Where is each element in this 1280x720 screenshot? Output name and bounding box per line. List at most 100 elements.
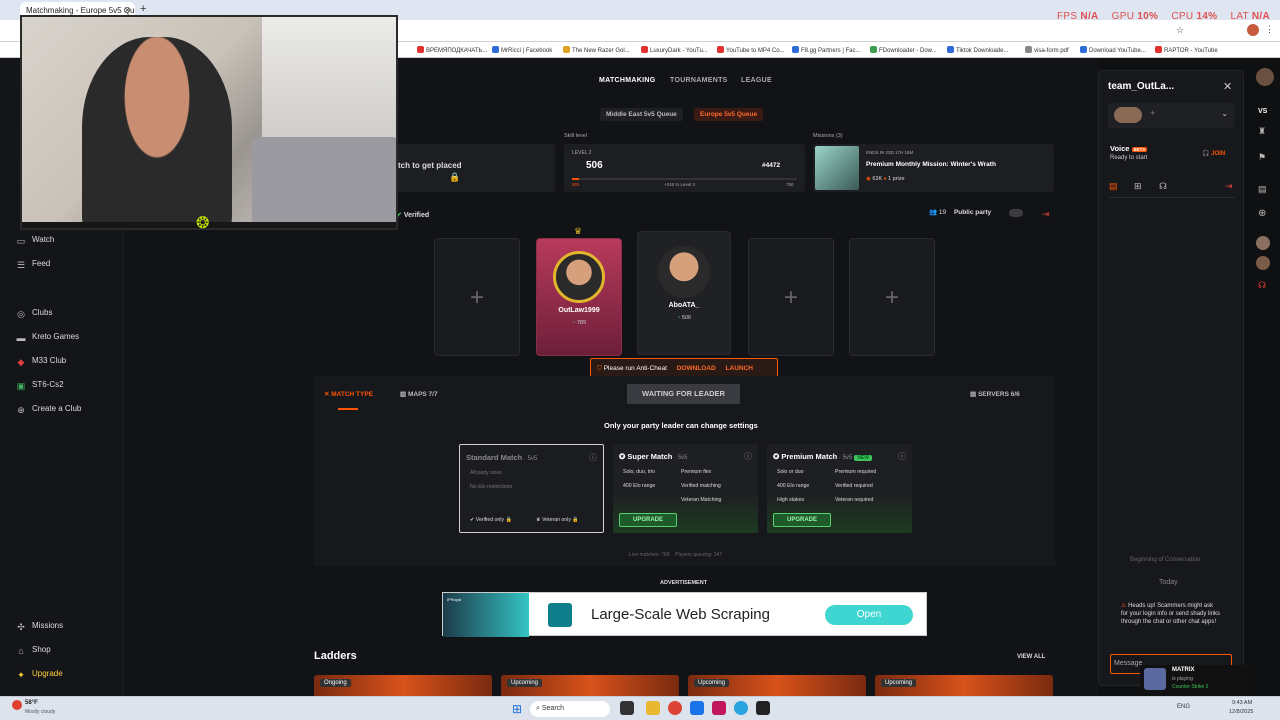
mode-premium[interactable]: ✪ Premium Match · 5v5 NEW ⓘ Solo or duo …: [767, 444, 912, 533]
bookmark-item[interactable]: YouTube to MP4 Co...: [717, 46, 785, 54]
taskbar: 58°F Mostly cloudy ⊞ ⌕ Search ENG 9:43 A…: [0, 696, 1280, 720]
sidebar-item-m33[interactable]: ◆ M33 Club: [16, 356, 67, 367]
chat-panel: team_OutLa... ✕ + ⌄ Voice BETA Ready to …: [1098, 70, 1244, 686]
friends-icon[interactable]: ⚑: [1258, 152, 1266, 163]
bookmark-item[interactable]: visa-form.pdf: [1025, 46, 1069, 54]
bookmark-item[interactable]: LuxuryDark - YouTu...: [641, 46, 708, 54]
empty-slot[interactable]: +: [434, 238, 520, 356]
menu-icon[interactable]: ⋮: [1265, 24, 1274, 35]
vs-icon[interactable]: VS: [1258, 108, 1267, 115]
sidebar-item-upgrade[interactable]: ✦ Upgrade: [16, 669, 62, 680]
player-card-leader[interactable]: OutLaw1999 ◔ 789: [536, 238, 622, 356]
app-icon[interactable]: [690, 701, 704, 715]
clock-date[interactable]: 12/8/2025: [1229, 709, 1253, 715]
trophy-icon[interactable]: ♜: [1258, 126, 1266, 137]
info-icon[interactable]: ⓘ: [589, 452, 597, 463]
weather-icon[interactable]: [12, 700, 22, 710]
sidebar-item-st6[interactable]: ▣ ST6-Cs2: [16, 380, 64, 391]
bookmark-item[interactable]: RAPTOR - YouTube: [1155, 46, 1218, 54]
sidebar-item-shop[interactable]: ⌂ Shop: [16, 645, 50, 656]
sidebar-item-clubs[interactable]: ◎ Clubs: [16, 308, 52, 319]
app-icon[interactable]: [756, 701, 770, 715]
close-icon[interactable]: ×: [125, 5, 130, 15]
ladder-card[interactable]: Upcoming: [875, 675, 1053, 696]
new-tab-icon[interactable]: +: [140, 3, 146, 15]
party-icon[interactable]: ▤: [1258, 184, 1267, 195]
tab-match-type[interactable]: ✕ MATCH TYPE: [324, 390, 373, 398]
leave-icon[interactable]: ⇥: [1225, 181, 1233, 192]
bookmark-item[interactable]: Tiktok Downloade...: [947, 46, 1008, 54]
ladder-card[interactable]: Upcoming: [501, 675, 679, 696]
chrome-icon[interactable]: [668, 701, 682, 715]
mode-standard[interactable]: Standard Match · 5v5 ⓘ All party sizes N…: [459, 444, 604, 533]
view-all-link[interactable]: VIEW ALL: [1017, 654, 1045, 660]
bookmark-item[interactable]: Download YouTube...: [1080, 46, 1146, 54]
toggle-switch[interactable]: [1009, 209, 1023, 217]
sidebar-item-watch[interactable]: ▭ Watch: [16, 235, 55, 246]
mode-super[interactable]: ✪ Super Match · 5v5 ⓘ Solo, duo, trio Pr…: [613, 444, 758, 533]
info-icon[interactable]: ⓘ: [744, 451, 752, 462]
empty-slot[interactable]: +: [849, 238, 935, 356]
upgrade-button[interactable]: UPGRADE: [773, 513, 831, 527]
message-placeholder: Message: [1114, 660, 1143, 667]
app-icon[interactable]: [620, 701, 634, 715]
bookmark-item[interactable]: ВРЕМЯПОДКАЧАТЬ...: [417, 46, 487, 54]
bookmark-item[interactable]: FDownloader - Dow...: [870, 46, 937, 54]
mode-feature: 400 Elo range: [623, 483, 656, 489]
taskbar-search[interactable]: ⌕ Search: [530, 701, 610, 717]
windows-start-icon[interactable]: ⊞: [512, 702, 522, 716]
ad-banner[interactable]: IPRoyal Large-Scale Web Scraping Open: [442, 592, 927, 637]
bookmark-label: FDownloader - Dow...: [879, 48, 937, 54]
clock-time[interactable]: 9:43 AM: [1232, 700, 1252, 706]
ladder-card[interactable]: Ongoing: [314, 675, 492, 696]
ladder-status: Upcoming: [881, 679, 917, 687]
app-icon[interactable]: [712, 701, 726, 715]
leave-party-icon[interactable]: ⇥: [1042, 209, 1050, 220]
tab-maps[interactable]: ▥ MAPS 7/7: [400, 390, 438, 398]
avatar[interactable]: [1256, 256, 1270, 270]
telegram-icon[interactable]: [734, 701, 748, 715]
waiting-for-leader-button[interactable]: WAITING FOR LEADER: [627, 384, 740, 404]
sidebar-item-feed[interactable]: ☰ Feed: [16, 259, 50, 270]
leader-note: Only your party leader can change settin…: [604, 421, 758, 430]
download-link[interactable]: DOWNLOAD: [677, 365, 716, 372]
friend-activity-card[interactable]: MATRIX is playing Counter-Strike 2: [1140, 665, 1250, 693]
lobby-icon[interactable]: ⊞: [1134, 181, 1142, 192]
bookmark-item[interactable]: F8.gg Partners | Fac...: [792, 46, 861, 54]
close-icon[interactable]: ✕: [1223, 80, 1232, 93]
tab-league[interactable]: LEAGUE: [741, 77, 772, 84]
ad-open-button[interactable]: Open: [825, 605, 913, 625]
star-icon[interactable]: ☆: [1176, 25, 1184, 36]
upgrade-button[interactable]: UPGRADE: [619, 513, 677, 527]
avatar[interactable]: [1247, 24, 1259, 36]
launch-link[interactable]: LAUNCH: [726, 365, 753, 372]
beta-badge: BETA: [1131, 147, 1148, 152]
player-card[interactable]: AboATA_ ◔ 506: [637, 231, 731, 355]
sidebar-item-missions[interactable]: ✣ Missions: [16, 621, 63, 632]
ladder-card[interactable]: Upcoming: [688, 675, 866, 696]
avatar[interactable]: [1256, 68, 1274, 86]
queue-middle-east[interactable]: Middle East 5v5 Queue: [600, 108, 683, 121]
queue-europe[interactable]: Europe 5v5 Queue: [694, 108, 764, 121]
join-voice-button[interactable]: 🎧 JOIN: [1202, 150, 1225, 157]
avatar[interactable]: [1256, 236, 1270, 250]
chat-icon[interactable]: ▤: [1109, 181, 1118, 192]
language-indicator[interactable]: ENG: [1177, 704, 1190, 710]
folder-icon[interactable]: [646, 701, 660, 715]
bookmark-item[interactable]: MrRicci | Facebook: [492, 46, 552, 54]
tab-tournaments[interactable]: TOURNAMENTS: [670, 77, 728, 84]
tab-servers[interactable]: ▤ SERVERS 6/6: [970, 390, 1020, 398]
mission-card[interactable]: ENDS IN 23D 17H 18M Premium Monthly Miss…: [813, 144, 1054, 192]
tab-matchmaking[interactable]: MATCHMAKING: [599, 77, 655, 84]
party-toggle[interactable]: 👥 19 Public party: [929, 208, 1027, 222]
empty-slot[interactable]: +: [748, 238, 834, 356]
sidebar-item-kreto[interactable]: ▬ Kreto Games: [16, 332, 80, 343]
bookmark-item[interactable]: The New Razer Gol...: [563, 46, 630, 54]
team-selector[interactable]: + ⌄: [1108, 103, 1234, 128]
headset-icon[interactable]: ☊: [1159, 181, 1167, 192]
sidebar-item-create-club[interactable]: ⊕ Create a Club: [16, 404, 81, 415]
headset-icon[interactable]: ☊: [1258, 280, 1266, 291]
plus-circle-icon[interactable]: ⊕: [1258, 208, 1266, 219]
info-icon[interactable]: ⓘ: [898, 451, 906, 462]
skill-card[interactable]: LEVEL 2 506 #4472 501 +245 to Level 3 75…: [564, 144, 805, 192]
